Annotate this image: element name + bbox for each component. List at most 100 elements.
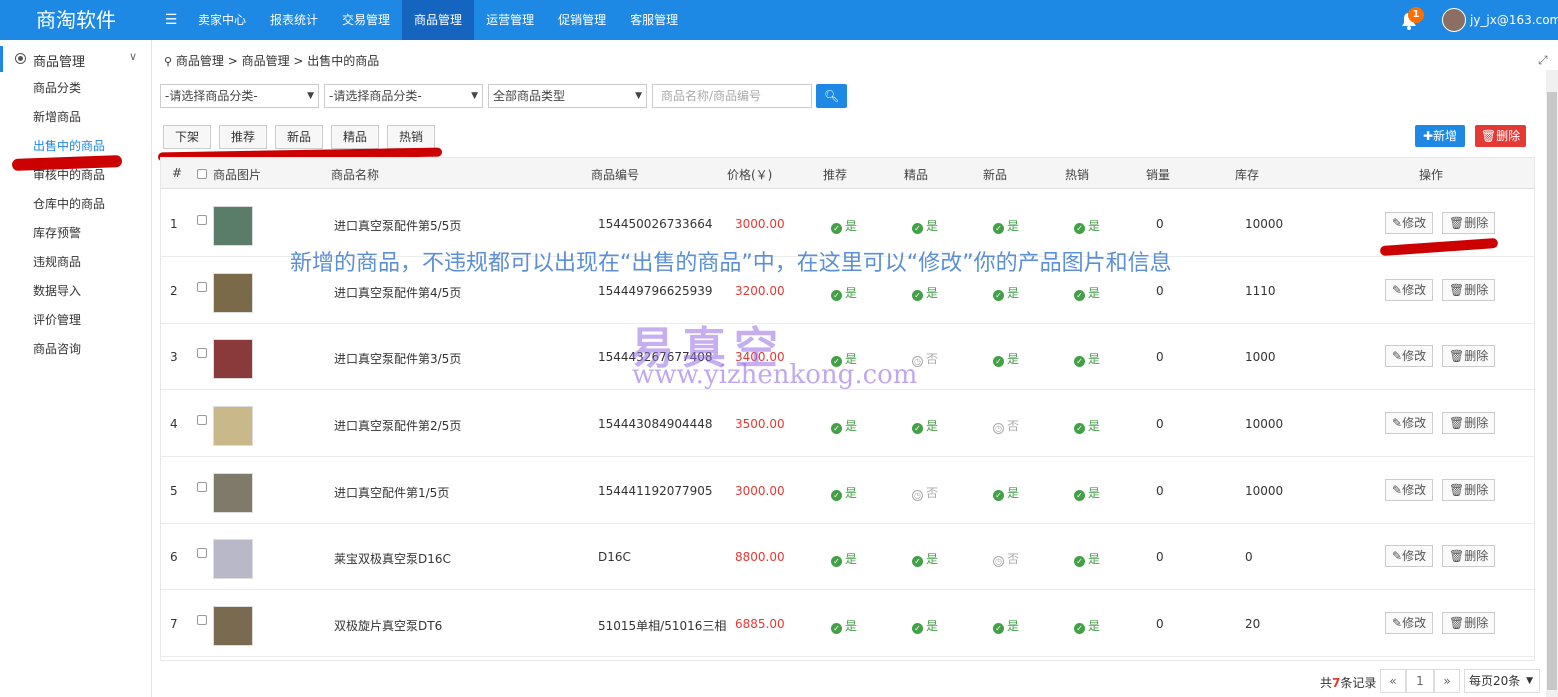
stock-count: 20	[1245, 617, 1261, 631]
edit-button[interactable]: ✎修改	[1385, 279, 1434, 301]
check-circle-icon: ✓	[993, 623, 1004, 634]
edit-button[interactable]: ✎修改	[1385, 345, 1434, 367]
product-name[interactable]: 进口真空泵配件第2/5页	[334, 417, 461, 434]
pagination-prev[interactable]: «	[1380, 669, 1406, 693]
toolbar-button-1[interactable]: 推荐	[219, 125, 267, 149]
check-circle-icon: ✓	[1074, 423, 1085, 434]
row-delete-button[interactable]: 🗑︎删除	[1442, 479, 1496, 501]
new-flag: ✓ 是	[993, 217, 1019, 234]
select-all-checkbox[interactable]	[197, 169, 207, 179]
new-flag: ✓ 是	[993, 284, 1019, 301]
sidebar-item-6[interactable]: 违规商品	[0, 254, 150, 283]
check-circle-icon: ✓	[1074, 356, 1085, 367]
product-name[interactable]: 莱宝双极真空泵D16C	[334, 550, 451, 567]
sidebar-item-3[interactable]: 审核中的商品	[0, 167, 150, 196]
product-thumbnail[interactable]	[213, 273, 253, 313]
category2-select[interactable]: -请选择商品分类- ▼	[324, 84, 483, 108]
pencil-icon: ✎	[1392, 483, 1403, 497]
edit-button[interactable]: ✎修改	[1385, 545, 1434, 567]
fullscreen-icon[interactable]: ⤢	[1538, 53, 1548, 68]
sidebar-item-7[interactable]: 数据导入	[0, 283, 150, 312]
nav-item-4[interactable]: 运营管理	[474, 0, 546, 40]
plus-icon: ✚	[1422, 129, 1434, 143]
new-flag: ◷ 否	[993, 419, 1020, 434]
search-icon: 🔍︎	[824, 89, 840, 103]
page-size-select[interactable]: 每页20条 ▼	[1464, 669, 1540, 693]
sidebar-item-0[interactable]: 商品分类	[0, 80, 150, 109]
toolbar-button-0[interactable]: 下架	[163, 125, 211, 149]
check-circle-icon: ✓	[1074, 290, 1085, 301]
product-name[interactable]: 进口真空泵配件第3/5页	[334, 350, 461, 367]
row-checkbox[interactable]	[197, 415, 207, 425]
type-value: 全部商品类型	[493, 89, 566, 103]
product-name[interactable]: 进口真空泵配件第4/5页	[334, 284, 461, 301]
pagination-next[interactable]: »	[1434, 669, 1460, 693]
row-checkbox[interactable]	[197, 482, 207, 492]
toolbar-button-3[interactable]: 精品	[331, 125, 379, 149]
nav-item-3[interactable]: 商品管理	[402, 0, 475, 40]
product-thumbnail[interactable]	[213, 539, 253, 579]
sidebar-item-9[interactable]: 商品咨询	[0, 341, 150, 370]
row-delete-button[interactable]: 🗑︎删除	[1442, 279, 1496, 301]
product-name[interactable]: 进口真空配件第1/5页	[334, 484, 449, 501]
toolbar-button-4[interactable]: 热销	[387, 125, 435, 149]
trash-icon: 🗑︎	[1480, 129, 1497, 143]
nav-item-1[interactable]: 报表统计	[258, 0, 330, 40]
stock-count: 10000	[1245, 484, 1284, 498]
product-thumbnail[interactable]	[213, 473, 253, 513]
sidebar-item-1[interactable]: 新增商品	[0, 109, 150, 138]
product-thumbnail[interactable]	[213, 206, 253, 246]
edit-button[interactable]: ✎修改	[1385, 612, 1434, 634]
table-header: # 商品图片 商品名称 商品编号 价格(￥) 推荐 精品 新品 热销 销量 库存 操作	[161, 158, 1534, 189]
edit-button[interactable]: ✎修改	[1385, 479, 1434, 501]
product-name[interactable]: 双极旋片真空泵DT6	[334, 617, 442, 634]
menu-toggle-icon[interactable]: ☰	[160, 0, 182, 40]
delete-button[interactable]: 🗑︎删除	[1475, 125, 1526, 147]
product-thumbnail[interactable]	[213, 339, 253, 379]
scrollbar-thumb[interactable]	[1547, 92, 1557, 690]
row-checkbox[interactable]	[197, 548, 207, 558]
nav-item-2[interactable]: 交易管理	[330, 0, 402, 40]
row-checkbox[interactable]	[197, 615, 207, 625]
sidebar-item-8[interactable]: 评价管理	[0, 312, 150, 341]
row-checkbox[interactable]	[197, 348, 207, 358]
nav-item-6[interactable]: 客服管理	[618, 0, 690, 40]
toolbar-button-2[interactable]: 新品	[275, 125, 323, 149]
sales-count: 0	[1156, 617, 1164, 631]
sidebar-group-goods[interactable]: 商品管理 ∨	[0, 46, 150, 72]
avatar[interactable]	[1442, 8, 1466, 32]
pagination-page[interactable]: 1	[1406, 669, 1434, 693]
row-checkbox[interactable]	[197, 215, 207, 225]
type-select[interactable]: 全部商品类型 ▼	[488, 84, 647, 108]
edit-button[interactable]: ✎修改	[1385, 412, 1434, 434]
user-account[interactable]: jy_jx@163.com	[1470, 0, 1558, 40]
category1-select[interactable]: -请选择商品分类- ▼	[160, 84, 319, 108]
row-delete-button[interactable]: 🗑︎删除	[1442, 545, 1496, 567]
row-delete-button[interactable]: 🗑︎删除	[1442, 212, 1496, 234]
row-delete-button[interactable]: 🗑︎删除	[1442, 612, 1496, 634]
row-delete-button[interactable]: 🗑︎删除	[1442, 345, 1496, 367]
sidebar-item-4[interactable]: 仓库中的商品	[0, 196, 150, 225]
search-input[interactable]: 商品名称/商品编号	[652, 84, 812, 108]
edit-button[interactable]: ✎修改	[1385, 212, 1434, 234]
fine-flag: ✓ 是	[912, 284, 938, 301]
sales-count: 0	[1156, 484, 1164, 498]
row-number: 2	[170, 284, 178, 298]
sidebar-item-5[interactable]: 库存预警	[0, 225, 150, 254]
query-button[interactable]: 🔍︎查询	[816, 84, 848, 151]
row-number: 5	[170, 484, 178, 498]
breadcrumb: ⚲ 商品管理 > 商品管理 > 出售中的商品	[164, 52, 379, 69]
nav-item-5[interactable]: 促销管理	[546, 0, 618, 40]
clock-icon: ◷	[912, 490, 923, 501]
row-checkbox[interactable]	[197, 282, 207, 292]
fine-flag: ✓ 是	[912, 417, 938, 434]
row-delete-button[interactable]: 🗑︎删除	[1442, 412, 1496, 434]
nav-item-0[interactable]: 卖家中心	[186, 0, 258, 40]
product-thumbnail[interactable]	[213, 406, 253, 446]
column-header-8: 热销	[1065, 168, 1090, 182]
check-circle-icon: ✓	[831, 623, 842, 634]
check-circle-icon: ✓	[912, 423, 923, 434]
product-name[interactable]: 进口真空泵配件第5/5页	[334, 217, 461, 234]
add-button[interactable]: ✚新增	[1415, 125, 1465, 147]
product-thumbnail[interactable]	[213, 606, 253, 646]
